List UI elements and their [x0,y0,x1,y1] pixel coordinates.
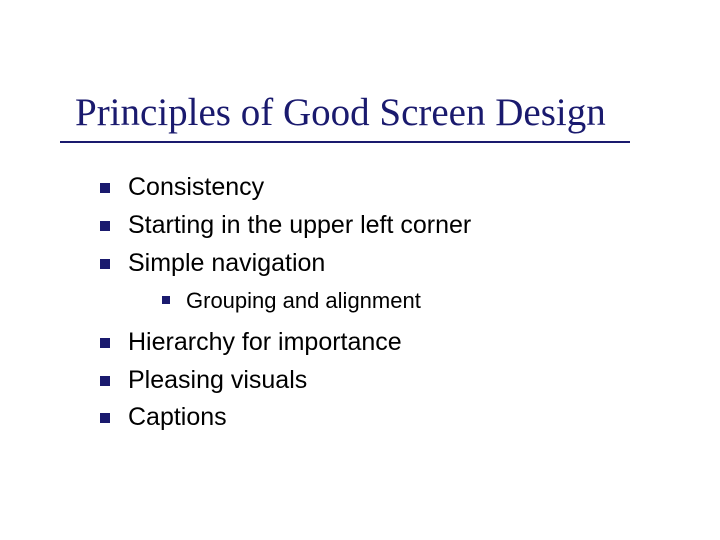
list-item: Starting in the upper left corner [100,209,680,243]
bullet-list: Consistency Starting in the upper left c… [100,171,680,435]
square-bullet-icon [100,183,110,193]
sub-list-item: Grouping and alignment [162,286,680,316]
list-item: Simple navigation [100,247,680,281]
bullet-text: Starting in the upper left corner [128,209,471,243]
bullet-text: Simple navigation [128,247,325,281]
list-item: Pleasing visuals [100,364,680,398]
bullet-text: Consistency [128,171,264,205]
square-bullet-icon [162,296,170,304]
list-item: Hierarchy for importance [100,326,680,360]
square-bullet-icon [100,259,110,269]
bullet-text: Pleasing visuals [128,364,307,398]
square-bullet-icon [100,221,110,231]
sub-bullet-list: Grouping and alignment [162,286,680,316]
sub-list-container: Grouping and alignment [100,286,680,316]
list-item: Consistency [100,171,680,205]
square-bullet-icon [100,413,110,423]
slide-title: Principles of Good Screen Design [75,90,680,135]
bullet-text: Hierarchy for importance [128,326,402,360]
title-underline [60,141,630,143]
bullet-text: Captions [128,401,227,435]
list-item: Captions [100,401,680,435]
slide-container: Principles of Good Screen Design Consist… [0,0,720,540]
square-bullet-icon [100,338,110,348]
square-bullet-icon [100,376,110,386]
sub-bullet-text: Grouping and alignment [186,286,421,316]
